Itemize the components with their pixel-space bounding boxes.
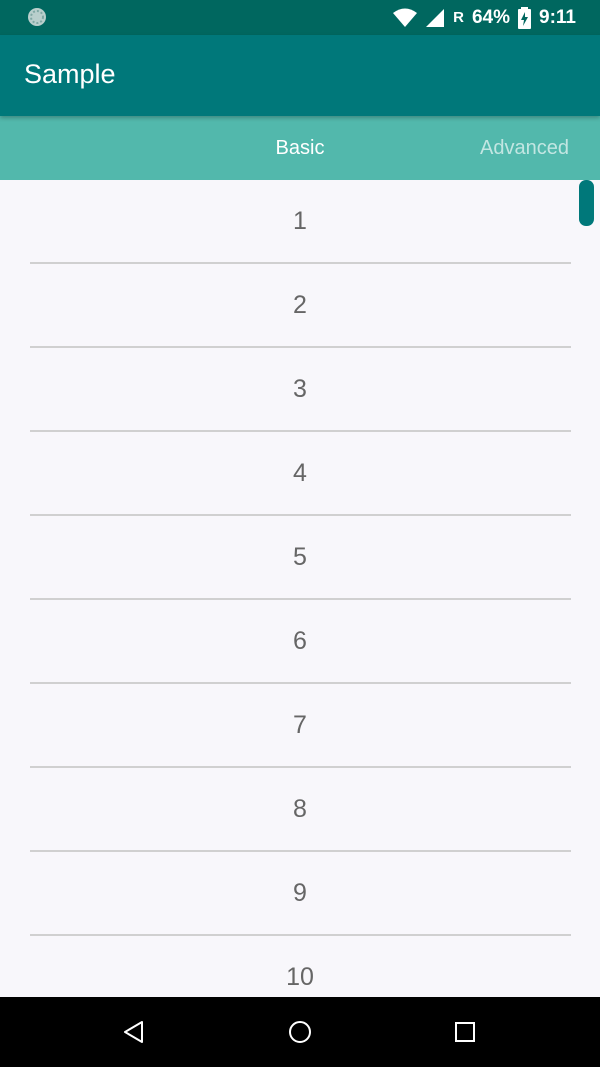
app-bar: Sample: [0, 35, 600, 116]
page-title: Sample: [24, 59, 116, 89]
list-item-label: 5: [293, 543, 307, 571]
list-item-label: 6: [293, 627, 307, 655]
back-icon[interactable]: [116, 1014, 152, 1050]
tab-advanced[interactable]: Advanced: [480, 116, 595, 180]
recents-icon[interactable]: [447, 1014, 483, 1050]
list-item[interactable]: 2: [0, 264, 600, 348]
status-bar: R 64% 9:11: [0, 0, 600, 35]
list-item[interactable]: 3: [0, 348, 600, 432]
home-icon[interactable]: [282, 1014, 318, 1050]
list-item[interactable]: 6: [0, 600, 600, 684]
list-item-label: 4: [293, 459, 307, 487]
navigation-bar: [0, 997, 600, 1067]
list-item-label: 1: [293, 207, 307, 235]
list-item[interactable]: 1: [0, 180, 600, 264]
list-item-label: 3: [293, 375, 307, 403]
list-item[interactable]: 5: [0, 516, 600, 600]
list-item-label: 10: [286, 963, 314, 991]
list-item-label: 8: [293, 795, 307, 823]
list-item[interactable]: 7: [0, 684, 600, 768]
list-item-label: 7: [293, 711, 307, 739]
list-item[interactable]: 10: [0, 936, 600, 997]
list-item[interactable]: 9: [0, 852, 600, 936]
clock: 9:11: [539, 6, 576, 28]
notification-icon: [28, 8, 46, 26]
list-item[interactable]: 8: [0, 768, 600, 852]
list-item[interactable]: 4: [0, 432, 600, 516]
tab-bar: Basic Advanced: [0, 116, 600, 180]
list-item-label: 9: [293, 879, 307, 907]
battery-charging-icon: [518, 6, 532, 29]
wifi-icon: [393, 8, 418, 27]
status-right-group: R 64% 9:11: [393, 0, 576, 35]
battery-percent: 64%: [471, 6, 511, 28]
roaming-indicator: R: [453, 9, 464, 26]
number-list[interactable]: 1 2 3 4 5 6 7 8 9 10: [0, 180, 600, 997]
tab-basic[interactable]: Basic: [240, 116, 360, 180]
scrollbar-thumb[interactable]: [579, 180, 594, 226]
list-item-label: 2: [293, 291, 307, 319]
cell-signal-icon: [426, 8, 445, 27]
